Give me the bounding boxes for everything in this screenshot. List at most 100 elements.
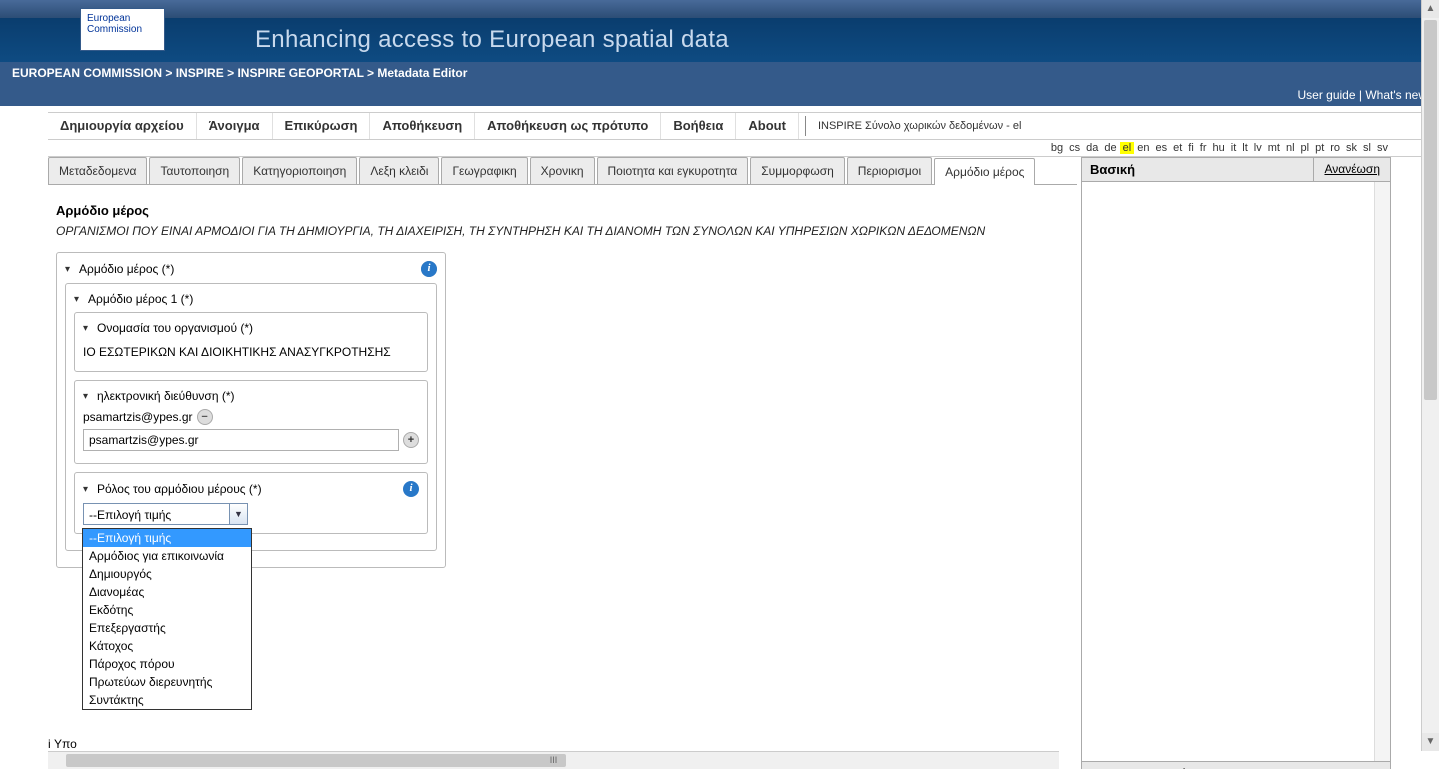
toolbar-separator xyxy=(805,116,806,136)
validation-advanced-label: Για προχωρημένους xyxy=(1081,762,1391,769)
role-option[interactable]: Επεξεργαστής xyxy=(83,619,251,637)
role-select-display: --Επιλογή τιμής xyxy=(84,504,229,524)
lang-cs[interactable]: cs xyxy=(1066,142,1083,154)
tab-metadata[interactable]: Μεταδεδομενα xyxy=(48,157,147,184)
about-button[interactable]: About xyxy=(736,113,799,139)
role-option[interactable]: Πρωτεύων διερευνητής xyxy=(83,673,251,691)
role-option[interactable]: Συντάκτης xyxy=(83,691,251,709)
tab-classification[interactable]: Κατηγοριοποιηση xyxy=(242,157,357,184)
role-option[interactable]: Εκδότης xyxy=(83,601,251,619)
lang-pl[interactable]: pl xyxy=(1298,142,1313,154)
lang-sv[interactable]: sv xyxy=(1374,142,1391,154)
role-panel: ▾ Ρόλος του αρμόδιου μέρους (*) i --Επιλ… xyxy=(74,472,428,534)
validation-basic-label: Βασική xyxy=(1082,158,1313,181)
save-template-button[interactable]: Αποθήκευση ως πρότυπο xyxy=(475,113,661,139)
validation-header: Βασική Ανανέωση xyxy=(1081,157,1391,182)
add-email-icon[interactable]: + xyxy=(403,432,419,448)
section-description: ΟΡΓΑΝΙΣΜΟΙ ΠΟΥ ΕΙΝΑΙ ΑΡΜΟΔΙΟΙ ΓΙΑ ΤΗ ΔΗΜ… xyxy=(56,224,1069,238)
role-option[interactable]: Δημιουργός xyxy=(83,565,251,583)
collapse-icon[interactable]: ▾ xyxy=(83,391,93,401)
tab-quality[interactable]: Ποιοτητα και εγκυροτητα xyxy=(597,157,749,184)
lang-hu[interactable]: hu xyxy=(1210,142,1228,154)
collapse-icon[interactable]: ▾ xyxy=(74,294,84,304)
vscroll-thumb[interactable] xyxy=(1424,20,1437,400)
language-bar: bgcsdadeelenesetfifrhuitltlvmtnlplptrosk… xyxy=(48,140,1439,157)
collapse-icon[interactable]: ▾ xyxy=(65,264,75,274)
scroll-down-icon[interactable]: ▼ xyxy=(1422,733,1439,751)
section-title: Αρμόδιο μέρος xyxy=(56,203,1069,218)
lang-mt[interactable]: mt xyxy=(1265,142,1283,154)
collapse-icon[interactable]: ▾ xyxy=(83,323,93,333)
banner-title: Enhancing access to European spatial dat… xyxy=(255,26,729,54)
breadcrumb: EUROPEAN COMMISSION > INSPIRE > INSPIRE … xyxy=(0,62,1439,84)
ec-logo: European Commission xyxy=(80,8,165,51)
role-option[interactable]: Πάροχος πόρου xyxy=(83,655,251,673)
tab-identification[interactable]: Ταυτοποιηση xyxy=(149,157,240,184)
tab-geographic[interactable]: Γεωγραφικη xyxy=(441,157,527,184)
ec-logo-text2: Commission xyxy=(87,24,158,35)
tab-temporal[interactable]: Χρονικη xyxy=(530,157,595,184)
responsible-panel: ▾ Αρμόδιο μέρος (*) + i ▾ Αρμόδιο μέρος … xyxy=(56,252,446,568)
subheader: User guide | What's new xyxy=(0,84,1439,106)
lang-de[interactable]: de xyxy=(1101,142,1119,154)
role-dropdown-list: --Επιλογή τιμήςΑρμόδιος για επικοινωνίαΔ… xyxy=(82,528,252,710)
open-button[interactable]: Άνοιγμα xyxy=(197,113,273,139)
lang-pt[interactable]: pt xyxy=(1312,142,1327,154)
new-file-button[interactable]: Δημιουργία αρχείου xyxy=(48,113,197,139)
vertical-scrollbar[interactable]: ▲ ▼ xyxy=(1421,0,1439,751)
tab-responsible[interactable]: Αρμόδιο μέρος xyxy=(934,158,1035,185)
lang-da[interactable]: da xyxy=(1083,142,1101,154)
horizontal-scrollbar[interactable]: III xyxy=(48,751,1059,769)
dropdown-arrow-icon[interactable]: ▼ xyxy=(229,504,247,524)
scroll-up-icon[interactable]: ▲ xyxy=(1422,0,1439,18)
ec-logo-text1: European xyxy=(87,13,158,24)
email-label: ηλεκτρονική διεύθυνση (*) xyxy=(97,389,235,403)
email-panel: ▾ ηλεκτρονική διεύθυνση (*) psamartzis@y… xyxy=(74,380,428,464)
lang-lt[interactable]: lt xyxy=(1239,142,1251,154)
lang-nl[interactable]: nl xyxy=(1283,142,1298,154)
collapse-icon[interactable]: ▾ xyxy=(83,484,93,494)
info-icon[interactable]: i xyxy=(403,481,419,497)
lang-it[interactable]: it xyxy=(1228,142,1240,154)
lang-ro[interactable]: ro xyxy=(1327,142,1343,154)
validation-body xyxy=(1081,182,1391,762)
toolbar: Δημιουργία αρχείου Άνοιγμα Επικύρωση Απο… xyxy=(48,112,1439,140)
breadcrumb-inspire[interactable]: INSPIRE xyxy=(176,66,224,80)
lang-el[interactable]: el xyxy=(1120,142,1135,154)
role-option[interactable]: Αρμόδιος για επικοινωνία xyxy=(83,547,251,565)
role-select[interactable]: --Επιλογή τιμής ▼ xyxy=(83,503,248,525)
refresh-button[interactable]: Ανανέωση xyxy=(1313,158,1390,181)
tab-conformity[interactable]: Συμμορφωση xyxy=(750,157,845,184)
window-top-bar xyxy=(0,0,1439,18)
tabs: Μεταδεδομενα Ταυτοποιηση Κατηγοριοποιηση… xyxy=(48,157,1077,185)
breadcrumb-ec[interactable]: EUROPEAN COMMISSION xyxy=(12,66,162,80)
lang-fi[interactable]: fi xyxy=(1185,142,1197,154)
hscroll-grip-icon: III xyxy=(550,755,558,765)
email-input[interactable] xyxy=(83,429,399,451)
info-icon[interactable]: i xyxy=(421,261,437,277)
lang-es[interactable]: es xyxy=(1152,142,1170,154)
help-button[interactable]: Βοήθεια xyxy=(661,113,736,139)
save-button[interactable]: Αποθήκευση xyxy=(370,113,475,139)
role-option[interactable]: Διανομέας xyxy=(83,583,251,601)
lang-sl[interactable]: sl xyxy=(1360,142,1374,154)
lang-en[interactable]: en xyxy=(1134,142,1152,154)
validate-button[interactable]: Επικύρωση xyxy=(273,113,371,139)
hscroll-thumb[interactable] xyxy=(66,754,566,767)
dataset-label: INSPIRE Σύνολο χωρικών δεδομένων - el xyxy=(812,120,1022,132)
breadcrumb-geoportal[interactable]: INSPIRE GEOPORTAL xyxy=(237,66,363,80)
validation-scrollbar[interactable] xyxy=(1374,182,1390,761)
remove-email-icon[interactable]: − xyxy=(197,409,213,425)
email-value: psamartzis@ypes.gr xyxy=(83,410,193,424)
lang-et[interactable]: et xyxy=(1170,142,1185,154)
role-option[interactable]: --Επιλογή τιμής xyxy=(83,529,251,547)
user-guide-link[interactable]: User guide xyxy=(1298,88,1356,102)
lang-bg[interactable]: bg xyxy=(1048,142,1066,154)
lang-fr[interactable]: fr xyxy=(1197,142,1210,154)
tab-constraints[interactable]: Περιορισμοι xyxy=(847,157,932,184)
lang-sk[interactable]: sk xyxy=(1343,142,1360,154)
tab-keywords[interactable]: Λεξη κλειδι xyxy=(359,157,439,184)
whats-new-link[interactable]: What's new xyxy=(1365,88,1427,102)
lang-lv[interactable]: lv xyxy=(1251,142,1265,154)
role-option[interactable]: Κάτοχος xyxy=(83,637,251,655)
